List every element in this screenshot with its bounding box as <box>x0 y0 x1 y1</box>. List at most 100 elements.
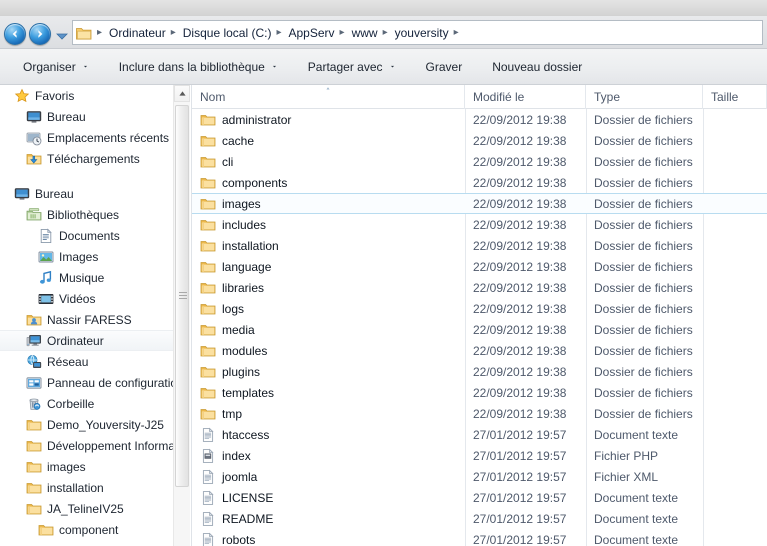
table-row[interactable]: language 22/09/2012 19:38 Dossier de fichi… <box>192 256 767 277</box>
sidebar-item-label: Bureau <box>35 186 74 201</box>
table-row[interactable]: installation 22/09/2012 19:38 Dossier de f… <box>192 235 767 256</box>
table-row[interactable]: includes 22/09/2012 19:38 Dossier de fichi… <box>192 214 767 235</box>
sidebar-item-documents[interactable]: Documents <box>0 225 173 246</box>
file-name-cell[interactable]: administrator <box>200 112 465 128</box>
sidebar-item-bureau[interactable]: Bureau <box>0 106 173 127</box>
sidebar-item-nassir-faress[interactable]: Nassir FARESS <box>0 309 173 330</box>
file-name-cell[interactable]: components <box>200 175 465 191</box>
table-row[interactable]: media 22/09/2012 19:38 Dossier de fichiers <box>192 319 767 340</box>
history-dropdown-button[interactable] <box>56 30 68 40</box>
text-file-icon <box>202 427 214 442</box>
file-name-cell[interactable]: media <box>200 322 465 338</box>
table-row[interactable]: index 27/01/2012 19:57 Fichier PHP <box>192 445 767 466</box>
table-row[interactable]: cache 22/09/2012 19:38 Dossier de fichiers <box>192 130 767 151</box>
scroll-up-button[interactable] <box>174 85 190 102</box>
table-row[interactable]: modules 22/09/2012 19:38 Dossier de fichie… <box>192 340 767 361</box>
forward-button[interactable] <box>29 23 51 45</box>
text-file-icon <box>202 532 214 546</box>
table-row[interactable]: libraries 22/09/2012 19:38 Dossier de fich… <box>192 277 767 298</box>
sidebar-item-images[interactable]: Images <box>0 246 173 267</box>
sidebar-item-musique[interactable]: Musique <box>0 267 173 288</box>
file-modified-cell: 22/09/2012 19:38 <box>473 175 567 190</box>
column-header-row: Nom Modifié le Type Taille <box>192 85 767 109</box>
breadcrumb-item-4[interactable]: youversity <box>392 25 452 41</box>
sidebar-item-vid-os[interactable]: Vidéos <box>0 288 173 309</box>
table-row[interactable]: htaccess 27/01/2012 19:57 Document texte <box>192 424 767 445</box>
sidebar-item-label: Ordinateur <box>47 333 104 348</box>
file-name-cell[interactable]: htaccess <box>200 427 465 443</box>
sidebar-item-favoris[interactable]: Favoris <box>0 85 173 106</box>
table-row[interactable]: joomla 27/01/2012 19:57 Fichier XML <box>192 466 767 487</box>
table-row[interactable]: images 22/09/2012 19:38 Dossier de fichier… <box>192 193 767 214</box>
sidebar-item-r-seau[interactable]: Réseau <box>0 351 173 372</box>
file-modified-cell: 27/01/2012 19:57 <box>473 469 567 484</box>
column-header-type[interactable]: Type <box>586 85 703 109</box>
file-name-cell[interactable]: templates <box>200 385 465 401</box>
table-row[interactable]: robots 27/01/2012 19:57 Document texte <box>192 529 767 546</box>
sidebar-item-biblioth-ques[interactable]: Bibliothèques <box>0 204 173 225</box>
scrollbar-thumb[interactable] <box>175 105 189 487</box>
sidebar-item-emplacements-r-cents[interactable]: Emplacements récents <box>0 127 173 148</box>
file-name-cell[interactable]: includes <box>200 217 465 233</box>
file-name-cell[interactable]: images <box>200 196 465 212</box>
column-header-size[interactable]: Taille <box>703 85 767 109</box>
table-row[interactable]: cli 22/09/2012 19:38 Dossier de fichiers <box>192 151 767 172</box>
arrow-left-icon <box>12 30 17 38</box>
back-button[interactable] <box>4 23 26 45</box>
file-name-cell[interactable]: LICENSE <box>200 490 465 506</box>
file-name-cell[interactable]: robots <box>200 532 465 546</box>
breadcrumb-item-3[interactable]: www <box>349 25 381 41</box>
folder-icon <box>200 198 216 209</box>
sidebar-item-ja-telineiv25[interactable]: JA_TelineIV25 <box>0 498 173 519</box>
column-header-date[interactable]: Modifié le <box>465 85 586 109</box>
file-name-cell[interactable]: installation <box>200 238 465 254</box>
file-name-cell[interactable]: cache <box>200 133 465 149</box>
sidebar-item-images[interactable]: images <box>0 456 173 477</box>
table-row[interactable]: templates 22/09/2012 19:38 Dossier de fich… <box>192 382 767 403</box>
file-type-cell: Dossier de fichiers <box>594 154 693 169</box>
sidebar-item-installation[interactable]: installation <box>0 477 173 498</box>
column-header-name[interactable]: Nom <box>192 85 465 109</box>
file-modified-cell: 27/01/2012 19:57 <box>473 427 567 442</box>
sidebar-item-t-l-chargements[interactable]: Téléchargements <box>0 148 173 169</box>
file-name-cell[interactable]: index <box>200 448 465 464</box>
toolbar-item-inclure-dans-la-biblioth-que[interactable]: Inclure dans la bibliothèque <box>106 54 291 80</box>
table-row[interactable]: LICENSE 27/01/2012 19:57 Document texte <box>192 487 767 508</box>
breadcrumb-item-0[interactable]: Ordinateur <box>106 25 169 41</box>
sidebar-item-component[interactable]: component <box>0 519 173 540</box>
sidebar-item-ordinateur[interactable]: Ordinateur <box>0 330 173 351</box>
file-name-label: libraries <box>222 280 265 295</box>
file-name-label: LICENSE <box>222 490 274 505</box>
breadcrumb-item-1[interactable]: Disque local (C:) <box>180 25 275 41</box>
sidebar-item-demo-youversity-j25[interactable]: Demo_Youversity-J25 <box>0 414 173 435</box>
file-name-cell[interactable]: modules <box>200 343 465 359</box>
file-name-cell[interactable]: README <box>200 511 465 527</box>
table-row[interactable]: logs 22/09/2012 19:38 Dossier de fichiers <box>192 298 767 319</box>
toolbar-item-partager-avec[interactable]: Partager avec <box>295 54 409 80</box>
column-header-label: Type <box>594 90 621 104</box>
file-name-cell[interactable]: plugins <box>200 364 465 380</box>
breadcrumb-item-2[interactable]: AppServ <box>286 25 338 41</box>
navigation-pane-scrollbar[interactable] <box>173 85 190 546</box>
file-type-cell: Dossier de fichiers <box>594 196 693 211</box>
file-name-cell[interactable]: logs <box>200 301 465 317</box>
file-name-cell[interactable]: cli <box>200 154 465 170</box>
table-row[interactable]: plugins 22/09/2012 19:38 Dossier de fichie… <box>192 361 767 382</box>
breadcrumb-bar[interactable]: ▸ Ordinateur ▸ Disque local (C:) ▸ AppSe… <box>72 20 763 45</box>
file-name-cell[interactable]: language <box>200 259 465 275</box>
music-icon <box>40 270 52 284</box>
file-name-cell[interactable]: joomla <box>200 469 465 485</box>
toolbar-item-graver[interactable]: Graver <box>413 54 476 80</box>
table-row[interactable]: README 27/01/2012 19:57 Document texte <box>192 508 767 529</box>
table-row[interactable]: administrator 22/09/2012 19:38 Dossier de … <box>192 109 767 130</box>
table-row[interactable]: components 22/09/2012 19:38 Dossier de fic… <box>192 172 767 193</box>
sidebar-item-d-veloppement-informatique[interactable]: Développement Informatique <box>0 435 173 456</box>
table-row[interactable]: tmp 22/09/2012 19:38 Dossier de fichiers <box>192 403 767 424</box>
sidebar-item-panneau-de-configuration[interactable]: Panneau de configuration <box>0 372 173 393</box>
sidebar-item-corbeille[interactable]: Corbeille <box>0 393 173 414</box>
toolbar-item-nouveau-dossier[interactable]: Nouveau dossier <box>479 54 595 80</box>
toolbar-item-organiser[interactable]: Organiser <box>10 54 102 80</box>
file-name-cell[interactable]: libraries <box>200 280 465 296</box>
sidebar-item-bureau[interactable]: Bureau <box>0 183 173 204</box>
file-name-cell[interactable]: tmp <box>200 406 465 422</box>
